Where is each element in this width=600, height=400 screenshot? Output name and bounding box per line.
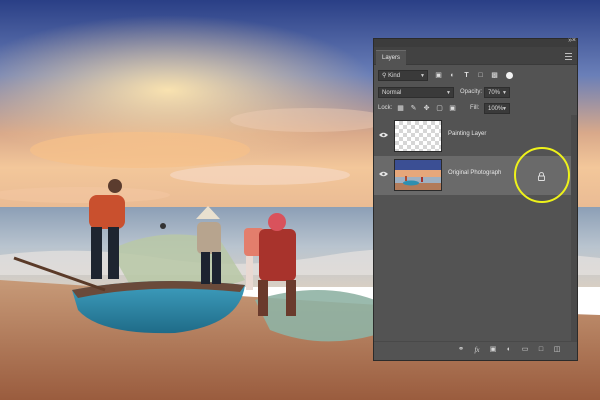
lock-transparency-icon[interactable]: ▦ [396, 103, 405, 114]
layer-name: Original Photograph [448, 170, 502, 176]
new-layer-icon[interactable]: □ [536, 345, 546, 355]
lock-all-icon[interactable]: ▣ [448, 103, 457, 114]
layers-scrollbar[interactable] [571, 115, 577, 343]
panel-title-bar: » × [374, 37, 577, 47]
blend-mode-select[interactable]: Normal ▼ [378, 87, 454, 98]
blend-row: Normal ▼ Opacity: 70% ▼ [374, 86, 577, 100]
highlight-circle [514, 147, 570, 203]
fill-value: 100% [488, 106, 504, 112]
lock-label: Lock: [378, 105, 393, 111]
opacity-label: Opacity: [460, 89, 483, 95]
link-layers-icon[interactable]: ⚭ [456, 345, 466, 355]
opacity-field[interactable]: 70% ▼ [484, 87, 510, 98]
opacity-value: 70% [488, 90, 501, 96]
delete-layer-icon[interactable]: ◫ [552, 345, 562, 355]
chevron-down-icon: ▼ [420, 73, 425, 79]
layer-thumbnail-transparent [394, 120, 442, 152]
layers-bottom-bar: ⚭ fx ▣ ◐ ▭ □ ◫ [374, 341, 577, 360]
layer-name: Painting Layer [448, 131, 487, 137]
new-group-icon[interactable]: ▭ [520, 345, 530, 355]
fx-icon[interactable]: fx [472, 345, 482, 355]
tab-layers[interactable]: Layers [376, 50, 407, 66]
filter-row: ⚲ Kind ▼ ▣ ◐ T □ ▩ [374, 69, 577, 83]
filter-toggle-icon[interactable] [506, 72, 513, 79]
blend-mode-value: Normal [382, 90, 402, 96]
hamburger-menu-icon[interactable] [565, 53, 572, 60]
search-icon: ⚲ [382, 73, 387, 79]
chevron-down-icon: ▼ [502, 90, 507, 96]
chevron-down-icon: ▼ [446, 90, 451, 96]
smartobject-filter-icon[interactable]: ▩ [490, 70, 499, 81]
visibility-eye-icon[interactable] [379, 171, 388, 177]
close-panel-icon[interactable]: × [572, 37, 576, 44]
lock-row: Lock: ▦ ✎ ✥ ▢ ▣ Fill: 100% ▼ [374, 102, 577, 116]
lock-image-icon[interactable]: ✎ [409, 103, 418, 114]
panel-tab-row: Layers [374, 47, 577, 66]
lock-artboard-icon[interactable]: ▢ [435, 103, 444, 114]
adjustment-filter-icon[interactable]: ◐ [448, 70, 457, 81]
lock-position-icon[interactable]: ✥ [422, 103, 431, 114]
layer-thumbnail-photo [394, 159, 442, 191]
fill-label: Fill: [470, 105, 480, 111]
type-filter-icon[interactable]: T [462, 70, 471, 81]
adjustment-layer-icon[interactable]: ◐ [504, 345, 514, 355]
kind-filter-label: Kind [388, 73, 401, 79]
fill-field[interactable]: 100% ▼ [484, 103, 510, 114]
image-filter-icon[interactable]: ▣ [434, 70, 443, 81]
add-mask-icon[interactable]: ▣ [488, 345, 498, 355]
kind-filter-select[interactable]: ⚲ Kind ▼ [378, 70, 428, 81]
visibility-eye-icon[interactable] [379, 132, 388, 138]
shape-filter-icon[interactable]: □ [476, 70, 485, 81]
chevron-down-icon: ▼ [502, 106, 507, 112]
photo-thumbnail-image [395, 160, 441, 190]
collapse-panel-icon[interactable]: » [568, 37, 572, 44]
